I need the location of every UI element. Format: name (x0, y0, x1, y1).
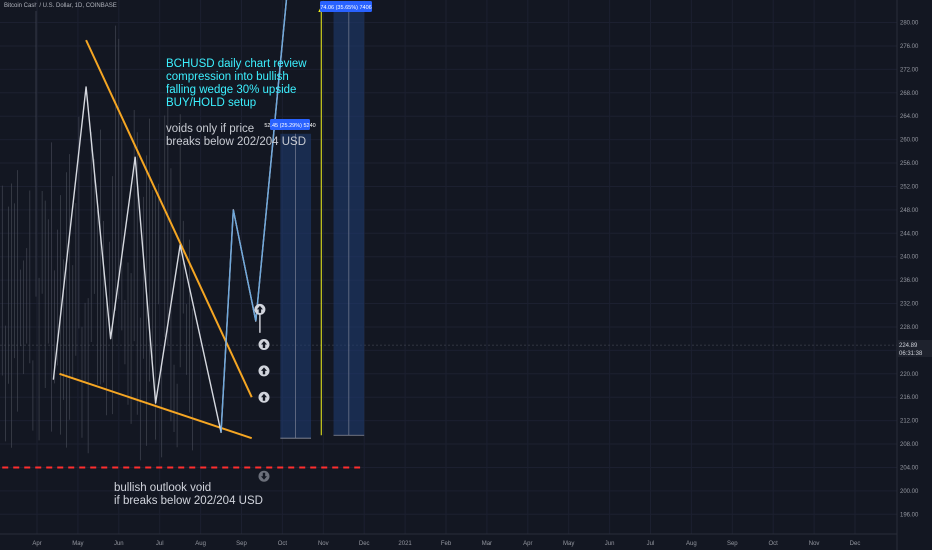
short-measure-label: 52.45 (25.29%) 5240 (264, 123, 315, 129)
bearish-note-line-2: if breaks below 202/204 USD (114, 495, 263, 507)
x-tick-label: May (563, 541, 574, 547)
historical-candles (1, 11, 193, 461)
x-tick-label: Aug (195, 541, 206, 547)
x-tick-label: Apr (523, 541, 532, 547)
x-tick-label: Mar (482, 541, 492, 547)
void-note-line-2: breaks below 202/204 USD (166, 136, 306, 148)
y-tick-label: 208.00 (900, 442, 919, 448)
chart-grid (0, 0, 897, 534)
x-tick-label: Feb (441, 541, 452, 547)
y-tick-label: 248.00 (900, 208, 919, 214)
x-tick-label: 2021 (398, 541, 412, 547)
x-tick-label: Jun (605, 541, 615, 547)
main-idea-line-2: compression into bullish (166, 71, 289, 83)
x-tick-label: Sep (727, 541, 738, 547)
x-tick-label: Dec (850, 541, 861, 547)
y-tick-label: 256.00 (900, 161, 919, 167)
price-axis[interactable]: 196.00 200.00 204.00 208.00 212.00 216.00 220.… (896, 0, 919, 550)
x-tick-label: May (72, 541, 83, 547)
current-price-label: 224.89 (899, 343, 918, 349)
main-idea-line-1: BCHUSD daily chart review (166, 58, 307, 70)
y-tick-label: 228.00 (900, 325, 919, 331)
y-tick-label: 264.00 (900, 114, 919, 120)
y-tick-label: 232.00 (900, 302, 919, 308)
main-idea-line-4: BUY/HOLD setup (166, 97, 256, 109)
x-tick-label: Apr (32, 541, 41, 547)
x-tick-label: Aug (686, 541, 697, 547)
x-tick-label: Nov (318, 541, 329, 547)
main-idea-line-3: falling wedge 30% upside (166, 84, 296, 96)
void-note-line-1: voids only if price (166, 123, 254, 135)
x-tick-label: Nov (809, 541, 820, 547)
y-tick-label: 276.00 (900, 44, 919, 50)
y-tick-label: 212.00 (900, 419, 919, 425)
y-tick-label: 260.00 (900, 138, 919, 144)
arrow-markers (254, 303, 270, 482)
y-tick-label: 204.00 (900, 465, 919, 471)
y-tick-label: 272.00 (900, 67, 919, 73)
x-tick-label: Jun (114, 541, 124, 547)
x-tick-label: Jul (156, 541, 164, 547)
x-tick-label: Dec (359, 541, 370, 547)
y-tick-label: 280.00 (900, 21, 919, 27)
x-tick-label: Sep (236, 541, 247, 547)
price-chart[interactable]: 196.00 200.00 204.00 208.00 212.00 216.00 220.… (0, 0, 932, 550)
y-tick-label: 196.00 (900, 512, 919, 518)
y-tick-label: 236.00 (900, 278, 919, 284)
bearish-note-line-1: bullish outlook void (114, 482, 211, 494)
long-measure-label: 74.06 (35.65%) 7406 (320, 5, 371, 11)
time-axis[interactable]: Apr May Jun Jul Aug Sep Oct Nov Dec 2021 Feb Mar Apr… (0, 533, 897, 547)
y-tick-label: 240.00 (900, 255, 919, 261)
bar-countdown-label: 06:31:38 (899, 351, 923, 357)
y-tick-label: 216.00 (900, 395, 919, 401)
y-tick-label: 252.00 (900, 184, 919, 190)
y-tick-label: 200.00 (900, 489, 919, 495)
x-tick-label: Oct (278, 541, 288, 547)
x-tick-label: Jul (647, 541, 655, 547)
y-tick-label: 220.00 (900, 372, 919, 378)
y-tick-label: 268.00 (900, 91, 919, 97)
x-tick-label: Oct (769, 541, 779, 547)
y-tick-label: 244.00 (900, 231, 919, 237)
